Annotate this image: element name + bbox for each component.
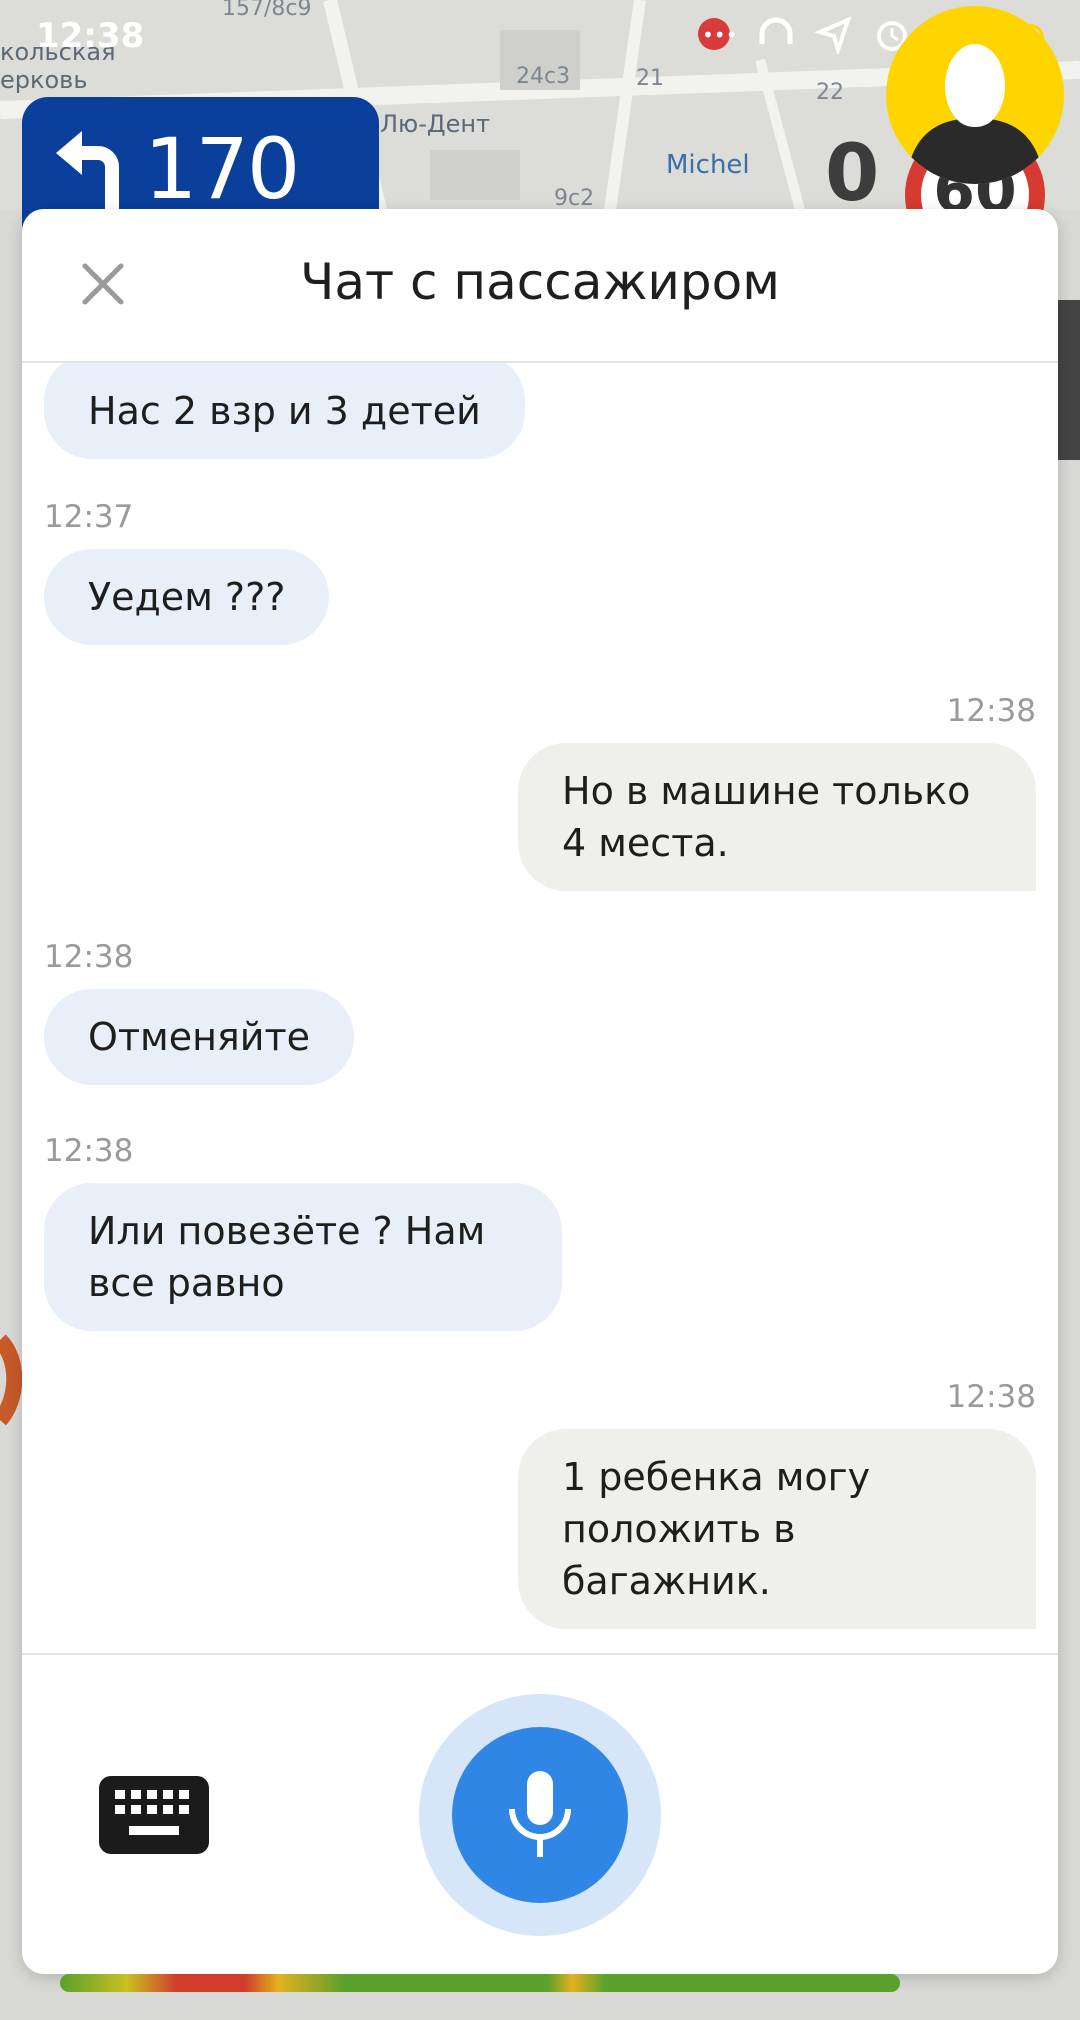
route-traffic-bar (60, 1974, 900, 1992)
status-time: 12:38 (36, 16, 145, 56)
headphones-icon (756, 14, 796, 58)
voice-input-button[interactable] (452, 1727, 628, 1903)
map-label: Michel (666, 150, 750, 180)
outgoing-message: Но в машине только 4 места. (518, 743, 1036, 891)
person-silhouette-icon (906, 44, 1044, 184)
current-speed: 0 (825, 129, 880, 219)
avatar[interactable] (886, 6, 1064, 184)
map-label: 9с2 (554, 186, 595, 211)
map-label: Лю-Дент (380, 110, 491, 138)
incoming-message: Нас 2 взр и 3 детей (44, 363, 525, 459)
message-time: 12:38 (946, 1379, 1036, 1415)
location-arrow-icon (814, 14, 854, 58)
message-time: 12:38 (44, 1133, 134, 1169)
message-time: 12:38 (946, 693, 1036, 729)
incoming-message: Или повезёте ? Нам все равно (44, 1183, 562, 1331)
chat-input-bar (22, 1653, 1058, 1974)
outgoing-message: 1 ребенка могу положить в багажник. (518, 1429, 1036, 1629)
message-list[interactable]: Нас 2 взр и 3 детей 12:37 Уедем ??? 12:3… (22, 363, 1058, 1863)
keyboard-button[interactable] (99, 1776, 209, 1854)
svg-text:•••: ••• (702, 23, 737, 47)
chat-title: Чат с пассажиром (300, 253, 780, 311)
notification-icon: ••• (694, 14, 738, 58)
message-time: 12:37 (44, 499, 134, 535)
incoming-message: Отменяйте (44, 989, 355, 1085)
incoming-message: Уедем ??? (44, 549, 330, 645)
keyboard-icon (115, 1790, 189, 1835)
map-label: 22 (816, 80, 844, 105)
message-time: 12:38 (44, 939, 134, 975)
chat-header: Чат с пассажиром (22, 209, 1058, 363)
passenger-chat-dialog: Чат с пассажиром Нас 2 взр и 3 детей 12:… (22, 209, 1058, 1974)
microphone-icon (509, 1771, 571, 1857)
